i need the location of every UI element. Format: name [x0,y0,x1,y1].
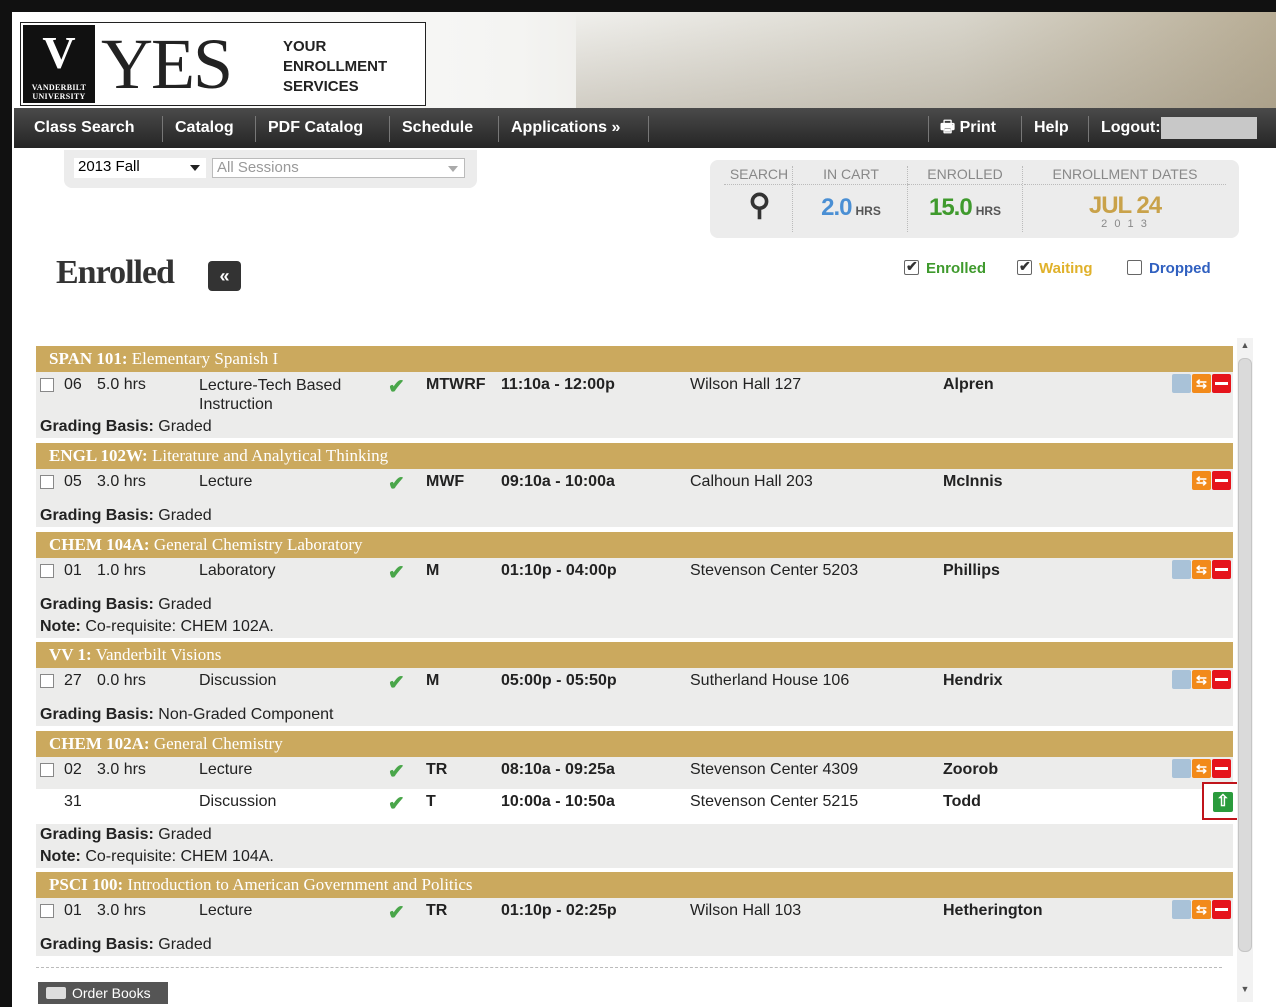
swap-icon[interactable]: ⇆ [1192,560,1211,579]
scroll-down-icon[interactable]: ▼ [1237,984,1253,1000]
course-header[interactable]: CHEM 102A: General Chemistry [36,731,1233,757]
section-type: Lecture-Tech Based Instruction [199,377,342,413]
enrolled-course-list: SPAN 101: Elementary Spanish I 06 5.0 hr… [36,346,1242,966]
stat-enrolled[interactable]: ENROLLED 15.0 HRS [908,160,1022,238]
yes-subtitle: YOUR ENROLLMENT SERVICES [283,38,388,95]
stat-search[interactable]: SEARCH ⚲ [724,160,794,238]
section-checkbox[interactable] [40,563,54,581]
search-icon: ⚲ [748,189,771,222]
scroll-up-icon[interactable]: ▲ [1237,340,1253,356]
checkbox-icon [1127,260,1142,275]
course-header[interactable]: SPAN 101: Elementary Spanish I [36,346,1233,372]
nav-logout[interactable]: Logout: [1101,108,1257,148]
printer-icon: 🖶 [940,119,956,136]
section-checkbox[interactable] [40,903,54,921]
username-redacted [1160,116,1257,139]
filter-dropped[interactable]: Dropped [1127,260,1211,277]
course-note: Note: Co-requisite: CHEM 104A. [36,846,1233,868]
nav-print[interactable]: 🖶 Print [940,108,996,148]
section-checkbox[interactable] [40,673,54,691]
page-title: Enrolled [56,254,175,291]
section-row: 31 Discussion ✔ T 10:00a - 10:50a Steven… [36,789,1233,825]
scrollbar-thumb[interactable] [1238,358,1252,952]
browser-frame: V VANDERBILT UNIVERSITY YES YOUR ENROLLM… [0,0,1276,1007]
edit-icon[interactable] [1172,560,1191,579]
vanderbilt-shield: V VANDERBILT UNIVERSITY [23,25,95,103]
term-selector-bar: 2013 Fall All Sessions [64,150,477,188]
course-header[interactable]: VV 1: Vanderbilt Visions [36,642,1233,668]
stat-enrollment-dates[interactable]: ENROLLMENT DATES JUL 24 2 0 1 3 [1024,160,1226,238]
section-checkbox[interactable] [40,377,54,395]
checkmark-icon: ✔ [388,761,405,783]
section-row: 06 5.0 hrs Lecture-Tech Based Instruction… [36,372,1233,416]
section-row: 05 3.0 hrs Lecture ✔ MWF 09:10a - 10:00a… [36,469,1233,505]
grading-basis: Grading Basis: Graded [36,416,1233,438]
checkmark-icon: ✔ [388,376,405,398]
course-header[interactable]: PSCI 100: Introduction to American Gover… [36,872,1233,898]
grading-basis: Grading Basis: Graded [36,934,1233,956]
order-books-button[interactable]: Order Books [38,982,168,1004]
nav-applications[interactable]: Applications » [511,108,620,148]
edit-icon[interactable] [1172,374,1191,393]
grading-basis: Grading Basis: Non-Graded Component [36,704,1233,726]
checkmark-icon: ✔ [388,672,405,694]
checkmark-icon: ✔ [388,793,405,815]
grading-basis: Grading Basis: Graded [36,594,1233,616]
chevron-down-icon [448,166,458,172]
section-row: 01 3.0 hrs Lecture ✔ TR 01:10p - 02:25p … [36,898,1233,934]
checkbox-icon [904,258,919,275]
section-checkbox[interactable] [40,762,54,780]
course-note: Note: Co-requisite: CHEM 102A. [36,616,1233,638]
edit-icon[interactable] [1172,670,1191,689]
chevron-down-icon [190,165,200,171]
grading-basis: Grading Basis: Graded [36,824,1233,846]
drop-icon[interactable] [1212,560,1231,579]
section-row: 01 1.0 hrs Laboratory ✔ M 01:10p - 04:00… [36,558,1233,594]
section-row: 02 3.0 hrs Lecture ✔ TR 08:10a - 09:25a … [36,757,1233,789]
filter-waiting[interactable]: Waiting [1017,258,1093,277]
checkmark-icon: ✔ [388,473,405,495]
drop-icon[interactable] [1212,759,1231,778]
drop-icon[interactable] [1212,670,1231,689]
course-header[interactable]: ENGL 102W: Literature and Analytical Thi… [36,443,1233,469]
swap-icon[interactable]: ⇆ [1192,670,1211,689]
drop-icon[interactable] [1212,374,1231,393]
campus-photo [576,12,1276,108]
enrollment-stats: SEARCH ⚲ IN CART 2.0 HRS ENROLLED 15.0 HRS… [710,160,1239,238]
checkmark-icon: ✔ [388,902,405,924]
nav-catalog[interactable]: Catalog [175,108,234,148]
term-select[interactable]: 2013 Fall [74,158,206,178]
swap-icon[interactable]: ⇆ [1192,374,1211,393]
edit-icon[interactable] [1172,759,1191,778]
swap-icon[interactable]: ⇆ [1192,900,1211,919]
checkbox-icon [1017,258,1032,275]
edit-icon[interactable] [1172,900,1191,919]
course-header[interactable]: CHEM 104A: General Chemistry Laboratory [36,532,1233,558]
nav-class-search[interactable]: Class Search [34,108,135,148]
collapse-button[interactable]: « [208,261,241,291]
filter-enrolled[interactable]: Enrolled [904,258,986,277]
grading-basis: Grading Basis: Graded [36,505,1233,527]
session-select[interactable]: All Sessions [212,158,465,178]
section-row: 27 0.0 hrs Discussion ✔ M 05:00p - 05:50… [36,668,1233,704]
drop-icon[interactable] [1212,471,1231,490]
drop-icon[interactable] [1212,900,1231,919]
yes-logo[interactable]: V VANDERBILT UNIVERSITY YES YOUR ENROLLM… [20,22,426,106]
nav-pdf-catalog[interactable]: PDF Catalog [268,108,363,148]
highlight-box: ⇧ [1202,782,1242,820]
main-nav: Class Search Catalog PDF Catalog Schedul… [14,108,1276,148]
section-checkbox[interactable] [40,474,54,492]
move-up-icon[interactable]: ⇧ [1213,792,1233,812]
yes-wordmark: YES [101,24,233,104]
nav-schedule[interactable]: Schedule [402,108,473,148]
book-icon [46,987,66,999]
swap-icon[interactable]: ⇆ [1192,759,1211,778]
list-scrollbar[interactable]: ▲ ▼ [1237,338,1253,1002]
checkmark-icon: ✔ [388,562,405,584]
swap-icon[interactable]: ⇆ [1192,471,1211,490]
divider [36,967,1222,968]
nav-help[interactable]: Help [1034,108,1069,148]
stat-in-cart[interactable]: IN CART 2.0 HRS [794,160,908,238]
